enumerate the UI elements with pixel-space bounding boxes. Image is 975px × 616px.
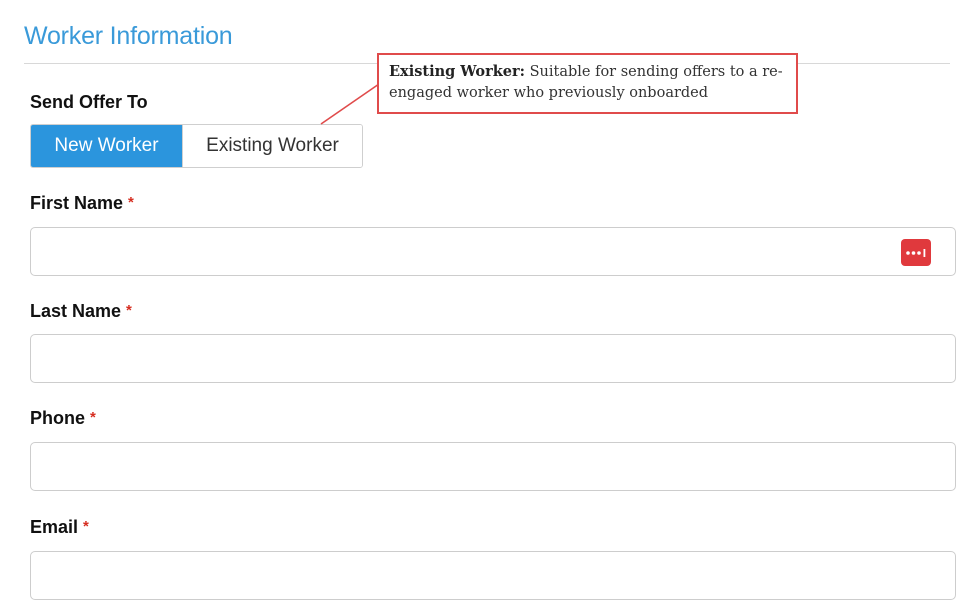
email-label-text: Email	[30, 517, 79, 537]
required-asterisk: *	[126, 302, 132, 319]
last-name-label-text: Last Name	[30, 301, 122, 321]
phone-label: Phone *	[30, 408, 96, 429]
required-asterisk: *	[83, 518, 89, 535]
required-asterisk: *	[128, 194, 134, 211]
send-offer-label: Send Offer To	[30, 92, 148, 113]
callout-title: Existing Worker:	[389, 63, 525, 80]
last-name-label: Last Name *	[30, 301, 132, 322]
email-label: Email *	[30, 517, 89, 538]
password-manager-icon[interactable]	[901, 239, 931, 266]
phone-label-text: Phone	[30, 408, 86, 428]
last-name-input[interactable]	[30, 334, 956, 383]
existing-worker-button[interactable]: Existing Worker	[182, 125, 362, 167]
first-name-label-text: First Name	[30, 193, 124, 213]
new-worker-button[interactable]: New Worker	[31, 125, 182, 167]
existing-worker-callout: Existing Worker: Suitable for sending of…	[377, 53, 798, 114]
email-input[interactable]	[30, 551, 956, 600]
send-offer-toggle-group: New Worker Existing Worker	[30, 124, 363, 168]
phone-input[interactable]	[30, 442, 956, 491]
first-name-label: First Name *	[30, 193, 134, 214]
required-asterisk: *	[90, 409, 96, 426]
section-title: Worker Information	[24, 22, 233, 50]
send-offer-label-text: Send Offer To	[30, 92, 148, 112]
first-name-input[interactable]	[30, 227, 956, 276]
dots-icon	[906, 248, 926, 257]
